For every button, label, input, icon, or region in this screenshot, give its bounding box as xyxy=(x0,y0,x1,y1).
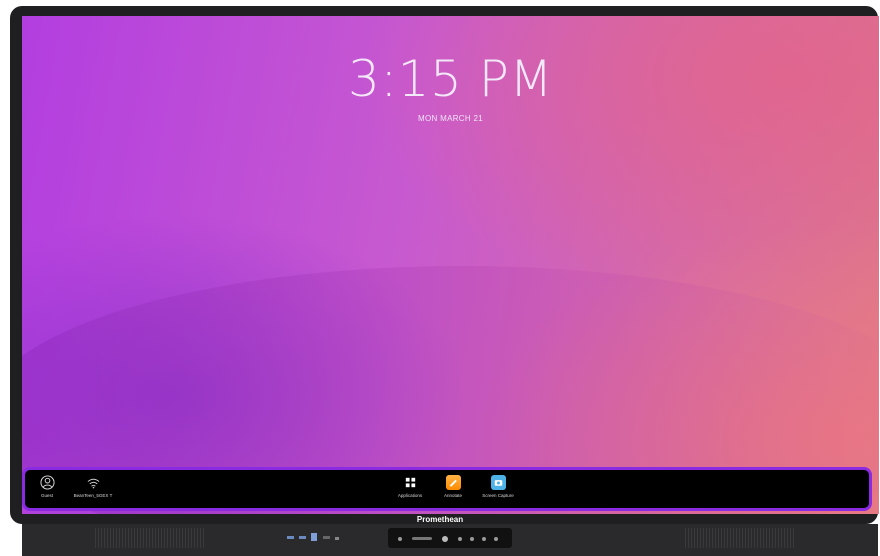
clock-date: MON MARCH 21 xyxy=(418,114,483,123)
home-screen: 3:15 PM MON MARCH 21 xyxy=(22,16,879,514)
hardware-button[interactable] xyxy=(482,537,486,541)
hardware-button[interactable] xyxy=(470,537,474,541)
hardware-button[interactable] xyxy=(458,537,462,541)
usb-port xyxy=(299,536,306,539)
apps-grid-icon xyxy=(405,477,415,488)
brand-logo: Promethean xyxy=(416,515,464,524)
clock-time: 3:15 PM xyxy=(348,50,553,108)
speaker-grille-left xyxy=(95,528,205,548)
screen-capture-button[interactable]: Screen Capture xyxy=(468,475,528,498)
power-button[interactable] xyxy=(442,536,448,542)
guest-label: Guest xyxy=(40,493,53,498)
screen-capture-label: Screen Capture xyxy=(482,493,514,498)
wifi-icon xyxy=(87,478,99,489)
hardware-button[interactable] xyxy=(494,537,498,541)
port xyxy=(335,537,339,540)
user-icon xyxy=(39,475,55,490)
usb-port xyxy=(287,536,294,539)
taskbar: Guest BeanTeen_5GEX T Applications Annot… xyxy=(22,467,872,511)
speaker-grille-right xyxy=(685,528,795,548)
applications-label: Applications xyxy=(397,493,423,498)
wifi-button[interactable]: BeanTeen_5GEX T xyxy=(63,475,123,498)
wifi-label: BeanTeen_5GEX T xyxy=(73,493,113,498)
annotate-icon xyxy=(445,475,461,490)
settings-hardware-button[interactable] xyxy=(398,537,402,541)
volume-slider[interactable] xyxy=(412,537,432,540)
front-ports xyxy=(285,530,345,544)
port xyxy=(323,536,330,539)
hdmi-port xyxy=(311,533,317,541)
camera-icon xyxy=(490,475,506,490)
annotate-label: Annotate xyxy=(443,493,462,498)
front-control-panel xyxy=(388,528,512,548)
